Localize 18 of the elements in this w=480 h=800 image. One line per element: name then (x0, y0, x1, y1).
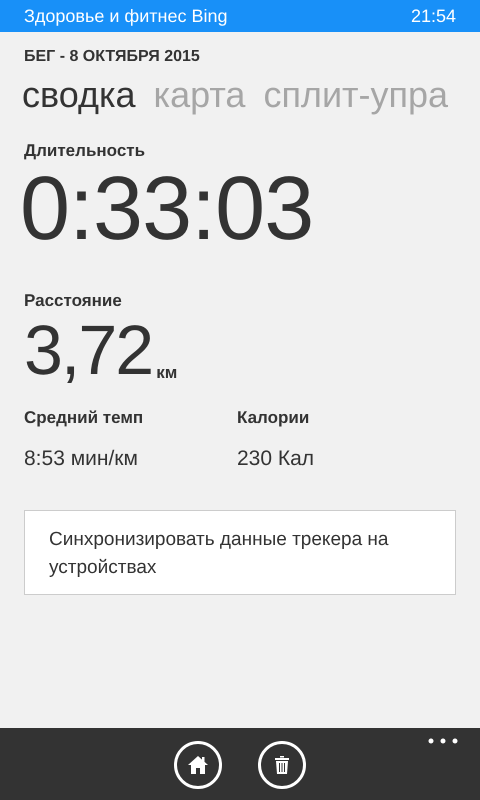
stat-label: Средний темп (24, 407, 144, 430)
stat-label: Длительность (24, 140, 146, 162)
more-icon[interactable] (428, 738, 458, 744)
home-icon (186, 753, 210, 777)
clock-time: 21:54 (410, 4, 456, 28)
distance-unit: км (156, 362, 178, 384)
page-heading: БЕГ - 8 ОКТЯБРЯ 2015 (24, 47, 201, 67)
home-button[interactable] (174, 741, 222, 789)
stat-value: 230 Кал (237, 446, 316, 472)
delete-button[interactable] (258, 741, 306, 789)
stat-label: Калории (237, 407, 310, 430)
duration-value: 0:33:03 (20, 164, 314, 254)
pivot-tab[interactable]: сводка (22, 73, 136, 116)
stat-value: 8:53 мин/км (24, 446, 139, 472)
sync-button[interactable]: Синхронизировать данные трекера на устройствах (24, 510, 456, 596)
distance-value: 3,72 (24, 315, 152, 386)
stat-label: Расстояние (24, 290, 123, 312)
app-title: Здоровье и фитнес Bing (24, 4, 228, 28)
